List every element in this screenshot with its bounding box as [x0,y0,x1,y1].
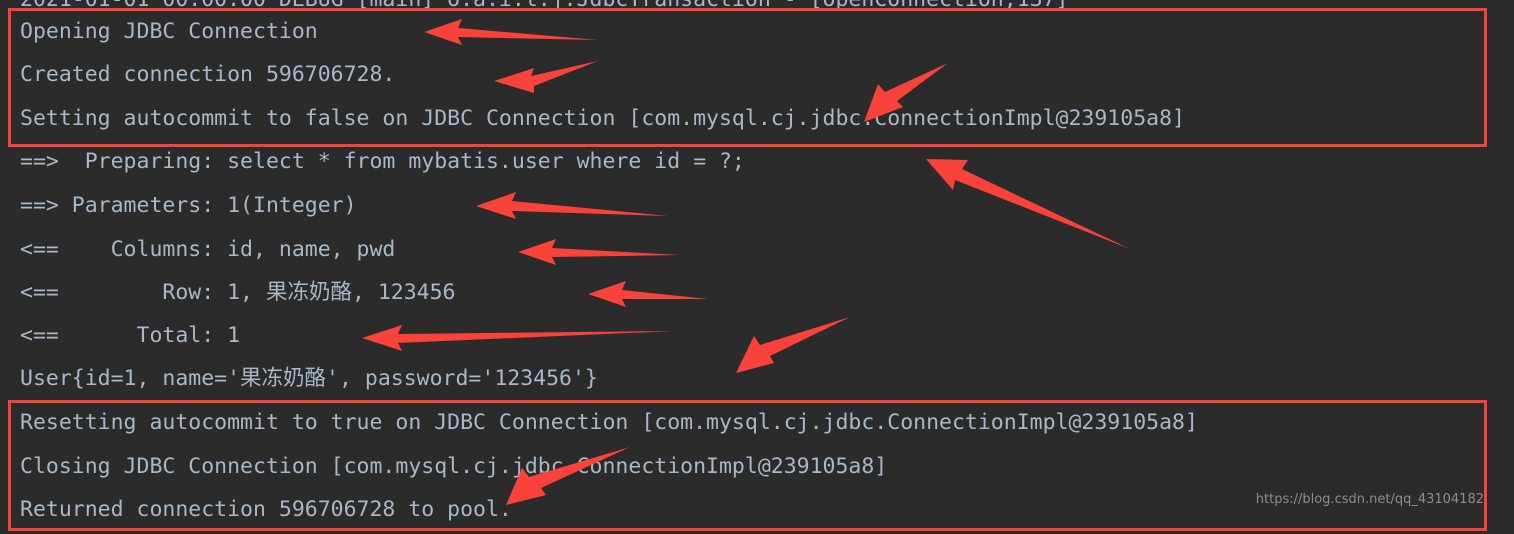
console-line-parameters: ==> Parameters: 1(Integer) [20,193,357,218]
console-line-row: <== Row: 1, 果冻奶酪, 123456 [20,280,456,305]
console-line-opening: Opening JDBC Connection [20,19,318,44]
console-line-user: User{id=1, name='果冻奶酪', password='123456… [20,366,598,391]
console-line-returned: Returned connection 596706728 to pool. [20,497,512,522]
console-line-closing: Closing JDBC Connection [com.mysql.cj.jd… [20,454,888,479]
console-output-pane[interactable]: 2021-01-01 00:00:00 DEBUG [main] o.a.i.t… [0,0,1514,534]
console-line-clipped: 2021-01-01 00:00:00 DEBUG [main] o.a.i.t… [20,0,1068,12]
watermark-url: https://blog.csdn.net/qq_43104182 [1255,492,1484,507]
console-line-preparing: ==> Preparing: select * from mybatis.use… [20,149,745,174]
console-line-total: <== Total: 1 [20,323,241,348]
console-screenshot: 2021-01-01 00:00:00 DEBUG [main] o.a.i.t… [0,0,1514,534]
console-line-setting: Setting autocommit to false on JDBC Conn… [20,106,1185,131]
console-line-created: Created connection 596706728. [20,62,396,87]
console-line-resetting: Resetting autocommit to true on JDBC Con… [20,410,1198,435]
console-line-columns: <== Columns: id, name, pwd [20,237,396,262]
